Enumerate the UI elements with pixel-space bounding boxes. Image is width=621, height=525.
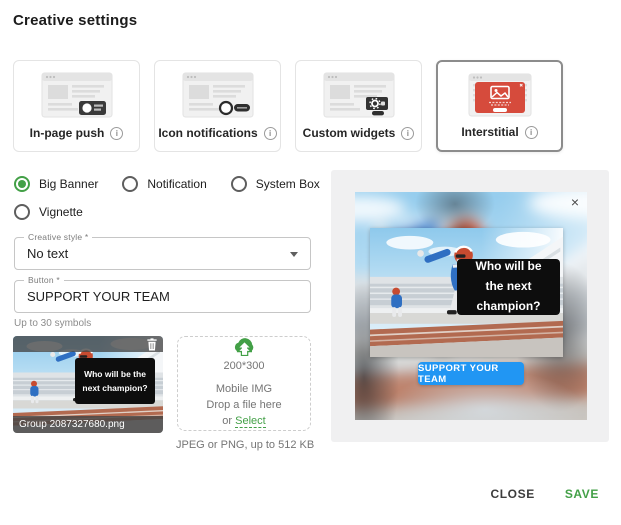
format-card-interstitial[interactable]: Interstitial	[436, 60, 563, 152]
mobile-img-dropzone[interactable]: 200*300 Mobile IMG Drop a file here or S…	[177, 336, 311, 431]
format-card-label: Custom widgets	[303, 126, 396, 140]
button-field-label: Button *	[24, 276, 64, 285]
icon-notifications-illustration	[179, 70, 257, 120]
dropzone-drop-text: Drop a file here	[206, 398, 281, 414]
page-title: Creative settings	[13, 12, 137, 29]
interstitial-preview: Who will be the next champion? SUPPORT Y…	[355, 192, 587, 420]
creative-style-value: No text	[27, 246, 68, 261]
radio-icon	[122, 176, 138, 192]
button-field-helper: Up to 30 symbols	[14, 318, 91, 329]
radio-big-banner[interactable]: Big Banner	[14, 176, 98, 192]
format-card-inpage-push[interactable]: In-page push	[13, 60, 140, 152]
radio-icon	[14, 176, 30, 192]
format-card-label: Interstitial	[461, 125, 518, 139]
thumbnail-toolbar	[13, 336, 163, 352]
trash-icon[interactable]	[146, 338, 158, 351]
creative-style-label: Creative style *	[24, 233, 92, 242]
close-button[interactable]: CLOSE	[490, 487, 534, 501]
banner-type-group-row2: Vignette	[14, 204, 83, 220]
format-card-list: In-page push Icon notifications	[13, 60, 563, 152]
info-icon[interactable]	[401, 127, 414, 140]
chevron-down-icon	[290, 252, 298, 257]
info-icon[interactable]	[110, 127, 123, 140]
save-button[interactable]: SAVE	[565, 487, 599, 501]
dropzone-select-row: or Select	[222, 414, 265, 430]
format-card-label: In-page push	[30, 126, 105, 140]
dropzone-or-text: or	[222, 415, 235, 427]
radio-icon	[14, 204, 30, 220]
thumbnail-overlay-text: Who will be the next champion?	[75, 358, 155, 404]
dialog-footer: CLOSE SAVE	[490, 487, 599, 501]
uploaded-image-filename: Group 2087327680.png	[13, 416, 163, 433]
preview-cta-button[interactable]: SUPPORT YOUR TEAM	[418, 362, 524, 385]
uploaded-image-thumbnail: Who will be the next champion? Group 208…	[13, 336, 163, 433]
creative-style-select[interactable]: Creative style * No text	[14, 237, 311, 270]
dropzone-size: 200*300	[224, 359, 265, 375]
interstitial-illustration	[461, 71, 539, 121]
radio-vignette[interactable]: Vignette	[14, 204, 83, 220]
cloud-upload-icon	[232, 337, 257, 356]
custom-widgets-illustration	[320, 70, 398, 120]
format-card-icon-notifications[interactable]: Icon notifications	[154, 60, 281, 152]
dropzone-helper: JPEG or PNG, up to 512 KB	[176, 439, 314, 451]
format-card-label: Icon notifications	[158, 126, 257, 140]
radio-system-box[interactable]: System Box	[231, 176, 320, 192]
info-icon[interactable]	[525, 126, 538, 139]
format-card-custom-widgets[interactable]: Custom widgets	[295, 60, 422, 152]
button-text-input[interactable]	[27, 289, 298, 304]
info-icon[interactable]	[264, 127, 277, 140]
creative-preview-panel: Who will be the next champion? SUPPORT Y…	[331, 170, 609, 442]
select-file-link[interactable]: Select	[235, 415, 266, 428]
radio-icon	[231, 176, 247, 192]
preview-question-box: Who will be the next champion?	[457, 259, 560, 315]
radio-notification[interactable]: Notification	[122, 176, 206, 192]
dropzone-kind: Mobile IMG	[216, 382, 272, 398]
close-icon[interactable]: ×	[571, 195, 579, 209]
button-text-field[interactable]: Button *	[14, 280, 311, 313]
inpage-push-illustration	[38, 70, 116, 120]
banner-type-group: Big Banner Notification System Box	[14, 176, 320, 192]
